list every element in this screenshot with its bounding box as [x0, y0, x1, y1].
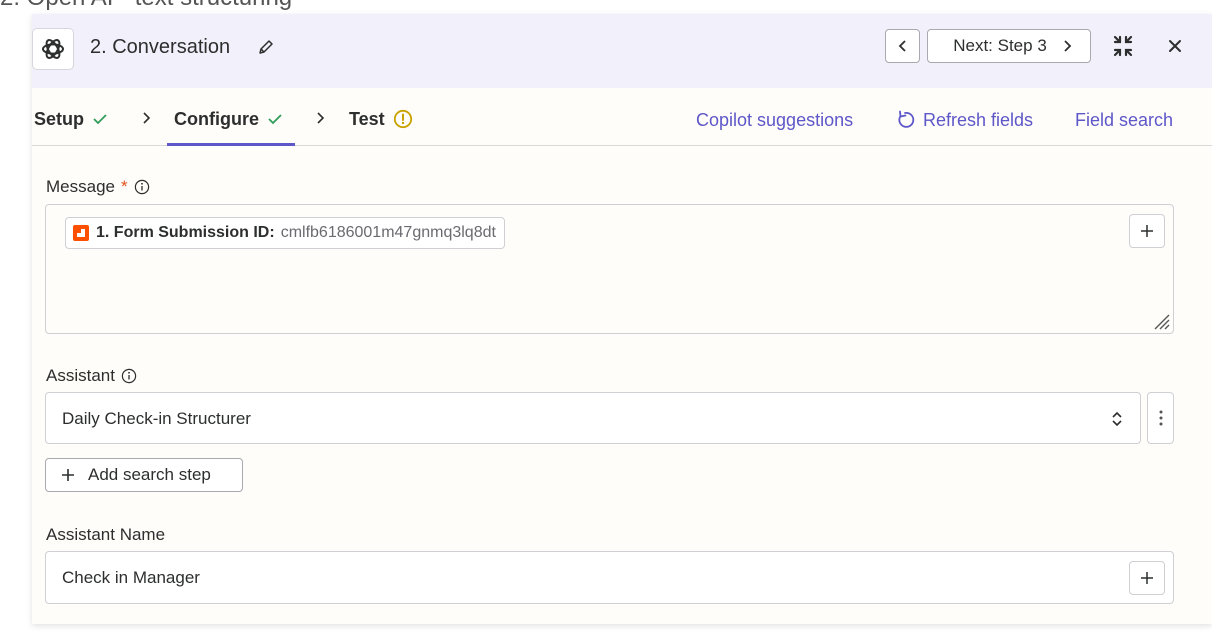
- copilot-suggestions-link[interactable]: Copilot suggestions: [696, 109, 853, 131]
- next-step-label: Next: Step 3: [953, 36, 1047, 55]
- insert-data-button[interactable]: [1129, 214, 1165, 248]
- assistant-label-row: Assistant: [46, 365, 137, 387]
- add-search-step-label: Add search step: [88, 465, 211, 484]
- tab-test[interactable]: Test: [349, 108, 413, 130]
- required-marker: *: [120, 177, 128, 196]
- step-header: 2. Conversation Next: Step 3: [32, 14, 1212, 88]
- check-icon: [268, 114, 282, 125]
- assistant-name-value: Check in Manager: [62, 568, 200, 587]
- tab-configure[interactable]: Configure: [174, 108, 283, 130]
- resize-grip-icon[interactable]: [1149, 309, 1171, 331]
- chevron-right-icon: [143, 112, 151, 124]
- assistant-name-label-row: Assistant Name: [46, 524, 165, 546]
- more-vertical-icon: [1159, 410, 1162, 426]
- chevron-right-icon: [1064, 40, 1072, 52]
- refresh-fields-link[interactable]: Refresh fields: [895, 109, 1033, 131]
- warning-icon: [393, 109, 412, 129]
- tab-setup-label: Setup: [34, 109, 85, 129]
- chevron-left-icon: [898, 40, 906, 52]
- active-tab-indicator: [167, 143, 295, 146]
- message-label-row: Message *: [46, 176, 150, 198]
- previous-step-button[interactable]: [885, 29, 920, 63]
- plus-icon: [1141, 225, 1153, 237]
- form-app-icon: [73, 225, 89, 241]
- pill-field-name: 1. Form Submission ID:: [96, 224, 275, 241]
- pencil-icon[interactable]: [257, 38, 275, 56]
- tab-configure-label: Configure: [174, 109, 259, 129]
- chevron-right-icon: [317, 112, 325, 124]
- plus-icon: [62, 469, 74, 481]
- step-editor-panel: 2. Conversation Next: Step 3 Setup Confi…: [32, 14, 1212, 624]
- sort-caret-icon: [1112, 411, 1122, 427]
- assistant-selected-value: Daily Check-in Structurer: [62, 409, 251, 428]
- form-submission-id-pill[interactable]: 1. Form Submission ID: cmlfb6186001m47gn…: [65, 217, 505, 249]
- assistant-more-button[interactable]: [1147, 392, 1174, 444]
- field-search-link[interactable]: Field search: [1075, 109, 1173, 131]
- message-label: Message: [46, 177, 115, 196]
- tab-test-label: Test: [349, 109, 385, 129]
- info-icon[interactable]: [121, 368, 137, 384]
- next-step-button[interactable]: Next: Step 3: [927, 29, 1091, 63]
- openai-logo-icon: [42, 39, 64, 59]
- insert-data-button[interactable]: [1129, 561, 1165, 595]
- refresh-fields-label: Refresh fields: [923, 110, 1034, 130]
- assistant-name-label: Assistant Name: [46, 525, 166, 544]
- pill-field-value: cmlfb6186001m47gnmq3lq8dt: [280, 224, 496, 241]
- step-tabs: Setup Configure Test Copilot suggestions…: [32, 88, 1212, 146]
- refresh-icon: [898, 110, 915, 128]
- check-icon: [93, 114, 107, 125]
- plus-icon: [1141, 572, 1153, 584]
- add-search-step-button[interactable]: Add search step: [45, 458, 243, 492]
- info-icon[interactable]: [134, 179, 150, 195]
- tab-setup[interactable]: Setup: [34, 108, 108, 130]
- step-title: 2. Conversation: [90, 36, 231, 58]
- assistant-name-input[interactable]: Check in Manager: [45, 551, 1174, 604]
- collapse-icon[interactable]: [1110, 33, 1136, 59]
- assistant-label: Assistant: [46, 366, 115, 385]
- app-icon-button[interactable]: [32, 28, 74, 70]
- assistant-select[interactable]: Daily Check-in Structurer: [45, 392, 1141, 444]
- message-input[interactable]: 1. Form Submission ID: cmlfb6186001m47gn…: [45, 204, 1174, 334]
- page-heading: 2. Open AI - text structuring: [0, 0, 292, 12]
- close-icon[interactable]: [1164, 35, 1186, 57]
